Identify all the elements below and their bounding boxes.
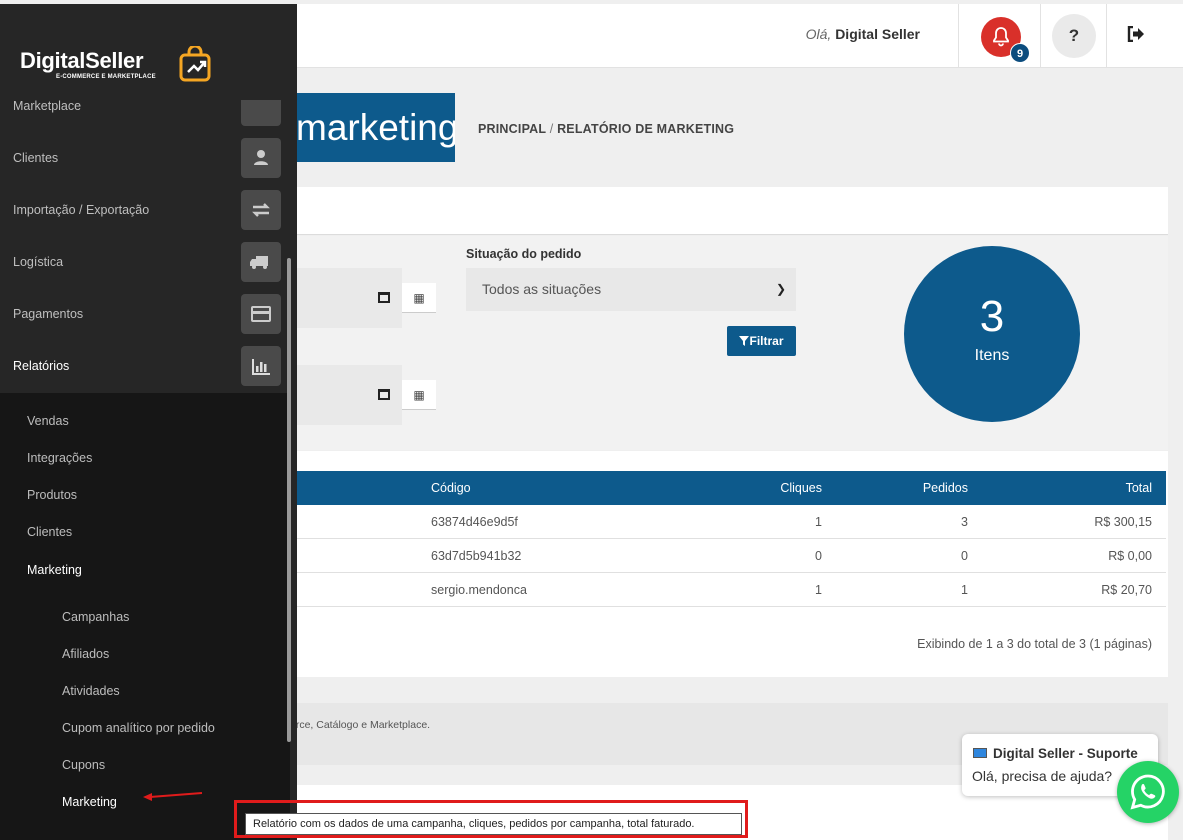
items-count-circle: 3 Itens (904, 246, 1080, 422)
whatsapp-button[interactable] (1117, 761, 1179, 823)
user-icon (241, 138, 281, 178)
submenu-item-marketing-report[interactable]: Marketing (62, 795, 117, 809)
bell-icon (993, 27, 1009, 47)
brand-subtitle: E-COMMERCE E MARKETPLACE (56, 74, 156, 80)
cell-code: 63874d46e9d5f (431, 515, 518, 529)
items-count: 3 (979, 292, 1005, 341)
notifications-cell[interactable]: 9 (958, 4, 1040, 68)
table-row[interactable]: sergio.mendonca 1 1 R$ 20,70 (290, 573, 1166, 607)
breadcrumb: PRINCIPAL / RELATÓRIO DE MARKETING (478, 122, 734, 136)
calendar-grid-icon: ▦ (413, 291, 425, 305)
submenu-item-coupons[interactable]: Cupons (62, 758, 105, 772)
sidebar-scrollbar[interactable] (287, 258, 291, 742)
cell-orders: 1 (961, 583, 968, 597)
cell-total: R$ 20,70 (1101, 583, 1152, 597)
cell-clicks: 0 (815, 549, 822, 563)
items-label: Itens (974, 347, 1010, 364)
greeting-prefix: Olá, (805, 26, 832, 42)
cell-total: R$ 0,00 (1108, 549, 1152, 563)
submenu-item-integrations[interactable]: Integrações (27, 451, 92, 465)
chat-title: Digital Seller - Suporte (973, 746, 1138, 761)
breadcrumb-current: RELATÓRIO DE MARKETING (557, 122, 735, 136)
submenu-item-affiliates[interactable]: Afiliados (62, 647, 109, 661)
cell-orders: 3 (961, 515, 968, 529)
submenu-item-coupon-analytics[interactable]: Cupom analítico por pedido (62, 721, 215, 735)
situation-label: Situação do pedido (466, 247, 582, 261)
sidebar-item-label: Pagamentos (13, 307, 84, 321)
annotation-arrow-icon (143, 792, 203, 801)
footer-text: erce, Catálogo e Marketplace. (290, 719, 431, 731)
header-orders[interactable]: Pedidos (923, 471, 968, 505)
header-total[interactable]: Total (1126, 471, 1152, 505)
cell-orders: 0 (961, 549, 968, 563)
chat-title-text: Digital Seller - Suporte (993, 746, 1138, 761)
chevron-down-icon: ❯ (775, 282, 786, 296)
cell-code: 63d7d5b941b32 (431, 549, 522, 563)
laptop-icon (973, 748, 987, 758)
situation-select[interactable]: Todos as situações ❯ (466, 268, 796, 311)
start-date-input[interactable] (290, 268, 402, 328)
shopping-bag-logo-icon (179, 46, 211, 82)
cell-code: sergio.mendonca (431, 583, 527, 597)
sidebar-item-label: Relatórios (13, 359, 70, 373)
filter-icon (739, 336, 750, 346)
cell-clicks: 1 (815, 515, 822, 529)
sidebar-item-label: Logística (13, 255, 64, 269)
submenu-item-clients[interactable]: Clientes (27, 525, 72, 539)
table-row[interactable]: 63d7d5b941b32 0 0 R$ 0,00 (290, 539, 1166, 573)
credit-card-icon (241, 294, 281, 334)
sidebar-item-import-export[interactable]: Importação / Exportação (0, 184, 290, 236)
filter-button-label: Filtrar (749, 334, 784, 348)
header-clicks[interactable]: Cliques (780, 471, 822, 505)
pagination-info: Exibindo de 1 a 3 do total de 3 (1 págin… (917, 637, 1152, 651)
sidebar-item-label: Importação / Exportação (13, 203, 150, 217)
sidebar: DigitalSeller E-COMMERCE E MARKETPLACE M… (0, 4, 297, 840)
calendar-grid-icon: ▦ (413, 388, 425, 402)
submenu-item-products[interactable]: Produtos (27, 488, 77, 502)
end-date-input[interactable] (290, 365, 402, 425)
sidebar-item-clients[interactable]: Clientes (0, 132, 290, 184)
user-greeting: Olá, Digital Seller (806, 26, 920, 42)
marketing-table: Código Cliques Pedidos Total 63874d46e9d… (290, 451, 1168, 677)
cell-total: R$ 300,15 (1094, 515, 1152, 529)
help-button[interactable]: ? (1052, 14, 1096, 58)
tooltip: Relatório com os dados de uma campanha, … (245, 813, 742, 835)
breadcrumb-separator: / (549, 122, 554, 136)
submenu-item-sales[interactable]: Vendas (27, 414, 69, 428)
whatsapp-icon (1130, 774, 1165, 810)
submenu-item-campaigns[interactable]: Campanhas (62, 610, 129, 624)
end-date-calendar-button[interactable]: ▦ (402, 380, 436, 410)
filter-button[interactable]: Filtrar (727, 326, 796, 356)
header-code[interactable]: Código (431, 471, 471, 505)
chat-message: Olá, precisa de ajuda? (972, 768, 1113, 784)
calendar-icon (378, 389, 390, 400)
truck-icon (241, 242, 281, 282)
logout-cell[interactable] (1106, 4, 1183, 68)
sidebar-item-logistics[interactable]: Logística (0, 236, 290, 288)
start-date-calendar-button[interactable]: ▦ (402, 283, 436, 313)
panel-header (290, 187, 1168, 235)
situation-selected-value: Todos as situações (482, 281, 602, 297)
notification-count-badge: 9 (1010, 43, 1030, 63)
logo[interactable]: DigitalSeller E-COMMERCE E MARKETPLACE (0, 4, 297, 100)
user-name: Digital Seller (835, 26, 920, 42)
sidebar-item-label: Clientes (13, 151, 59, 165)
sidebar-item-payments[interactable]: Pagamentos (0, 288, 290, 340)
bar-chart-icon (241, 346, 281, 386)
submenu-item-activities[interactable]: Atividades (62, 684, 120, 698)
table-header: Código Cliques Pedidos Total (290, 471, 1166, 505)
page-title: marketing (270, 93, 455, 162)
table-row[interactable]: 63874d46e9d5f 1 3 R$ 300,15 (290, 505, 1166, 539)
submenu-item-marketing[interactable]: Marketing (27, 563, 82, 577)
breadcrumb-home[interactable]: PRINCIPAL (478, 122, 546, 136)
brand-name: DigitalSeller (20, 48, 144, 73)
sidebar-item-reports[interactable]: Relatórios (0, 340, 290, 392)
transfer-icon (241, 190, 281, 230)
logout-icon[interactable] (1127, 26, 1145, 42)
reports-submenu: Vendas Integrações Produtos Clientes Mar… (0, 393, 290, 840)
help-cell[interactable]: ? (1040, 4, 1106, 68)
calendar-icon (378, 292, 390, 303)
cell-clicks: 1 (815, 583, 822, 597)
